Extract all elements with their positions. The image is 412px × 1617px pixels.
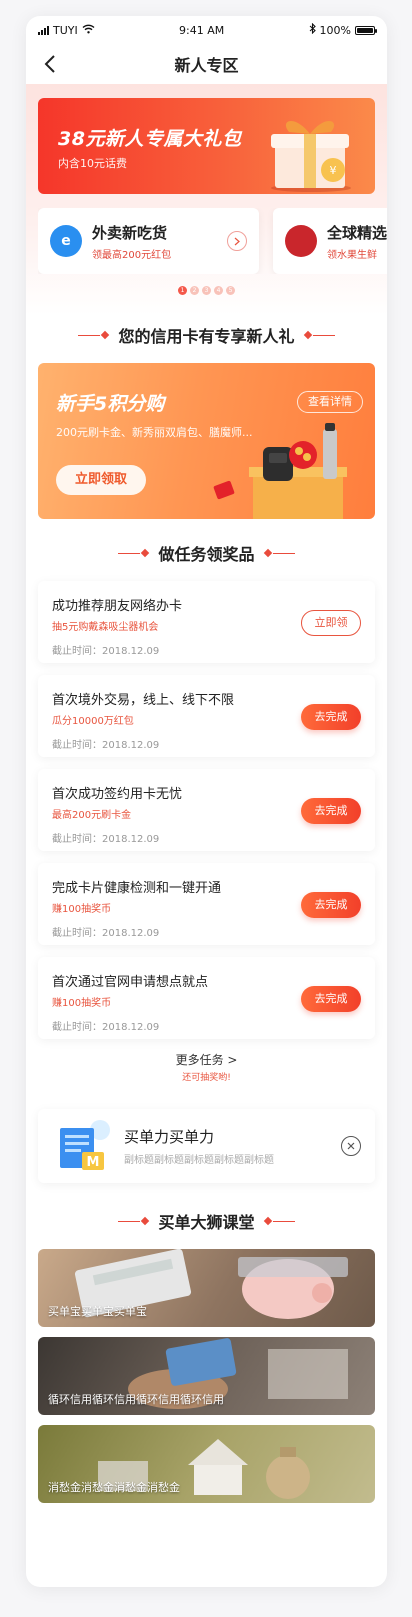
back-chevron-icon[interactable] bbox=[38, 52, 62, 76]
takeout-logo-icon: e bbox=[50, 225, 82, 257]
gift-box-icon: ¥ bbox=[271, 120, 351, 192]
section-title-credit: 您的信用卡有专享新人礼 bbox=[26, 323, 387, 347]
task-deadline: 截止时间：2018.12.09 bbox=[52, 834, 160, 845]
more-tasks[interactable]: 更多任务 > 还可抽奖哟! bbox=[26, 1051, 387, 1083]
gift-items-illustration bbox=[213, 423, 347, 519]
view-details-button[interactable]: 查看详情 bbox=[297, 391, 363, 413]
title-decoration-right bbox=[303, 330, 335, 340]
course-label: 消愁金消愁金消愁金消愁金 bbox=[48, 1481, 180, 1494]
promo-desc: 领最高200元红包 bbox=[92, 249, 172, 261]
section-title-text: 做任务领奖品 bbox=[158, 545, 255, 564]
status-left: TUYI bbox=[38, 24, 95, 37]
title-decoration-right bbox=[263, 1216, 295, 1226]
carousel-dots: 1 2 3 4 5 bbox=[38, 286, 375, 295]
global-store-logo-icon bbox=[285, 225, 317, 257]
credit-card-banner[interactable]: 新手5积分购 200元刷卡金、新秀丽双肩包、膳魔师... 查看详情 立即领取 bbox=[38, 363, 375, 519]
carrier-label: TUYI bbox=[53, 23, 78, 37]
task-card: 首次成功签约用卡无忧 最高200元刷卡金 截止时间：2018.12.09 去完成 bbox=[38, 769, 375, 851]
promo-title: 外卖新吃货 bbox=[92, 223, 168, 242]
claim-now-button[interactable]: 立即领取 bbox=[56, 465, 146, 495]
promo-desc: 领水果生鲜 bbox=[327, 249, 377, 261]
battery-percent: 100% bbox=[319, 23, 351, 37]
section-title-tasks: 做任务领奖品 bbox=[26, 541, 387, 565]
section-title-text: 买单大狮课堂 bbox=[158, 1213, 255, 1232]
task-card: 成功推荐朋友网络办卡 抽5元购戴森吸尘器机会 截止时间：2018.12.09 立… bbox=[38, 581, 375, 663]
title-decoration-right bbox=[263, 548, 295, 558]
title-decoration-left bbox=[118, 1216, 150, 1226]
promo-card-takeout[interactable]: e 外卖新吃货 领最高200元红包 bbox=[38, 208, 259, 274]
page-title: 新人专区 bbox=[174, 56, 239, 75]
complete-task-button[interactable]: 去完成 bbox=[301, 892, 361, 918]
svg-text:¥: ¥ bbox=[330, 164, 337, 177]
task-deadline: 截止时间：2018.12.09 bbox=[52, 646, 160, 657]
complete-task-button[interactable]: 去完成 bbox=[301, 798, 361, 824]
signal-icon bbox=[38, 25, 49, 35]
course-card[interactable]: 循环信用循环信用循环信用循环信用 bbox=[38, 1337, 375, 1415]
promo-card-global[interactable]: 全球精选 领水果生鲜 bbox=[273, 208, 387, 274]
ad-card[interactable]: M 买单力买单力 副标题副标题副标题副标题副标题 bbox=[38, 1109, 375, 1183]
section-title-text: 您的信用卡有专享新人礼 bbox=[118, 327, 295, 346]
title-decoration-left bbox=[78, 330, 110, 340]
carousel-dot[interactable]: 3 bbox=[202, 286, 211, 295]
carousel-dot[interactable]: 2 bbox=[190, 286, 199, 295]
close-icon[interactable] bbox=[341, 1136, 361, 1156]
promo-carousel[interactable]: e 外卖新吃货 领最高200元红包 全球精选 领水果生鲜 bbox=[38, 208, 387, 274]
complete-task-button[interactable]: 去完成 bbox=[301, 704, 361, 730]
battery-icon bbox=[355, 25, 377, 35]
carousel-dot[interactable]: 1 bbox=[178, 286, 187, 295]
course-card[interactable]: 消愁金消愁金消愁金消愁金 bbox=[38, 1425, 375, 1503]
task-deadline: 截止时间：2018.12.09 bbox=[52, 740, 160, 751]
gift-banner[interactable]: 38元新人专属大礼包 内含10元话费 ¥ bbox=[38, 98, 375, 194]
wifi-icon bbox=[82, 24, 95, 37]
status-right: 100% bbox=[309, 22, 377, 37]
carousel-dot[interactable]: 5 bbox=[226, 286, 235, 295]
more-tasks-link[interactable]: 更多任务 > bbox=[26, 1051, 387, 1068]
phone-screen: TUYI 9:41 AM 100% 新人专区 38元新人专属大礼包 内含10元话… bbox=[26, 16, 387, 1587]
status-bar: TUYI 9:41 AM 100% bbox=[26, 16, 387, 44]
promo-title: 全球精选 bbox=[327, 223, 387, 242]
claim-task-button[interactable]: 立即领 bbox=[301, 610, 361, 636]
complete-task-button[interactable]: 去完成 bbox=[301, 986, 361, 1012]
task-card: 首次境外交易，线上、线下不限 瓜分10000万红包 截止时间：2018.12.0… bbox=[38, 675, 375, 757]
more-tasks-hint: 还可抽奖哟! bbox=[182, 1073, 231, 1083]
svg-text:M: M bbox=[87, 1155, 100, 1170]
title-decoration-left bbox=[118, 548, 150, 558]
task-card: 首次通过官网申请想点就点 赚100抽奖币 截止时间：2018.12.09 去完成 bbox=[38, 957, 375, 1039]
hero-section: 38元新人专属大礼包 内含10元话费 ¥ e 外卖新吃货 领最高200元红包 全… bbox=[26, 84, 387, 315]
task-card: 完成卡片健康检测和一键开通 赚100抽奖币 截止时间：2018.12.09 去完… bbox=[38, 863, 375, 945]
document-card-icon: M bbox=[60, 1120, 110, 1170]
carousel-dot[interactable]: 4 bbox=[214, 286, 223, 295]
clock-time: 9:41 AM bbox=[179, 23, 225, 37]
course-label: 买单宝买单宝买单宝 bbox=[48, 1305, 147, 1318]
section-title-course: 买单大狮课堂 bbox=[26, 1209, 387, 1233]
course-card[interactable]: 买单宝买单宝买单宝 bbox=[38, 1249, 375, 1327]
course-label: 循环信用循环信用循环信用循环信用 bbox=[48, 1393, 224, 1406]
nav-bar: 新人专区 bbox=[26, 44, 387, 84]
task-deadline: 截止时间：2018.12.09 bbox=[52, 1022, 160, 1033]
ad-title: 买单力买单力 bbox=[124, 1128, 215, 1146]
ad-subtitle: 副标题副标题副标题副标题副标题 bbox=[124, 1155, 274, 1166]
chevron-right-icon[interactable] bbox=[227, 231, 247, 251]
bluetooth-icon bbox=[309, 22, 316, 37]
task-deadline: 截止时间：2018.12.09 bbox=[52, 928, 160, 939]
